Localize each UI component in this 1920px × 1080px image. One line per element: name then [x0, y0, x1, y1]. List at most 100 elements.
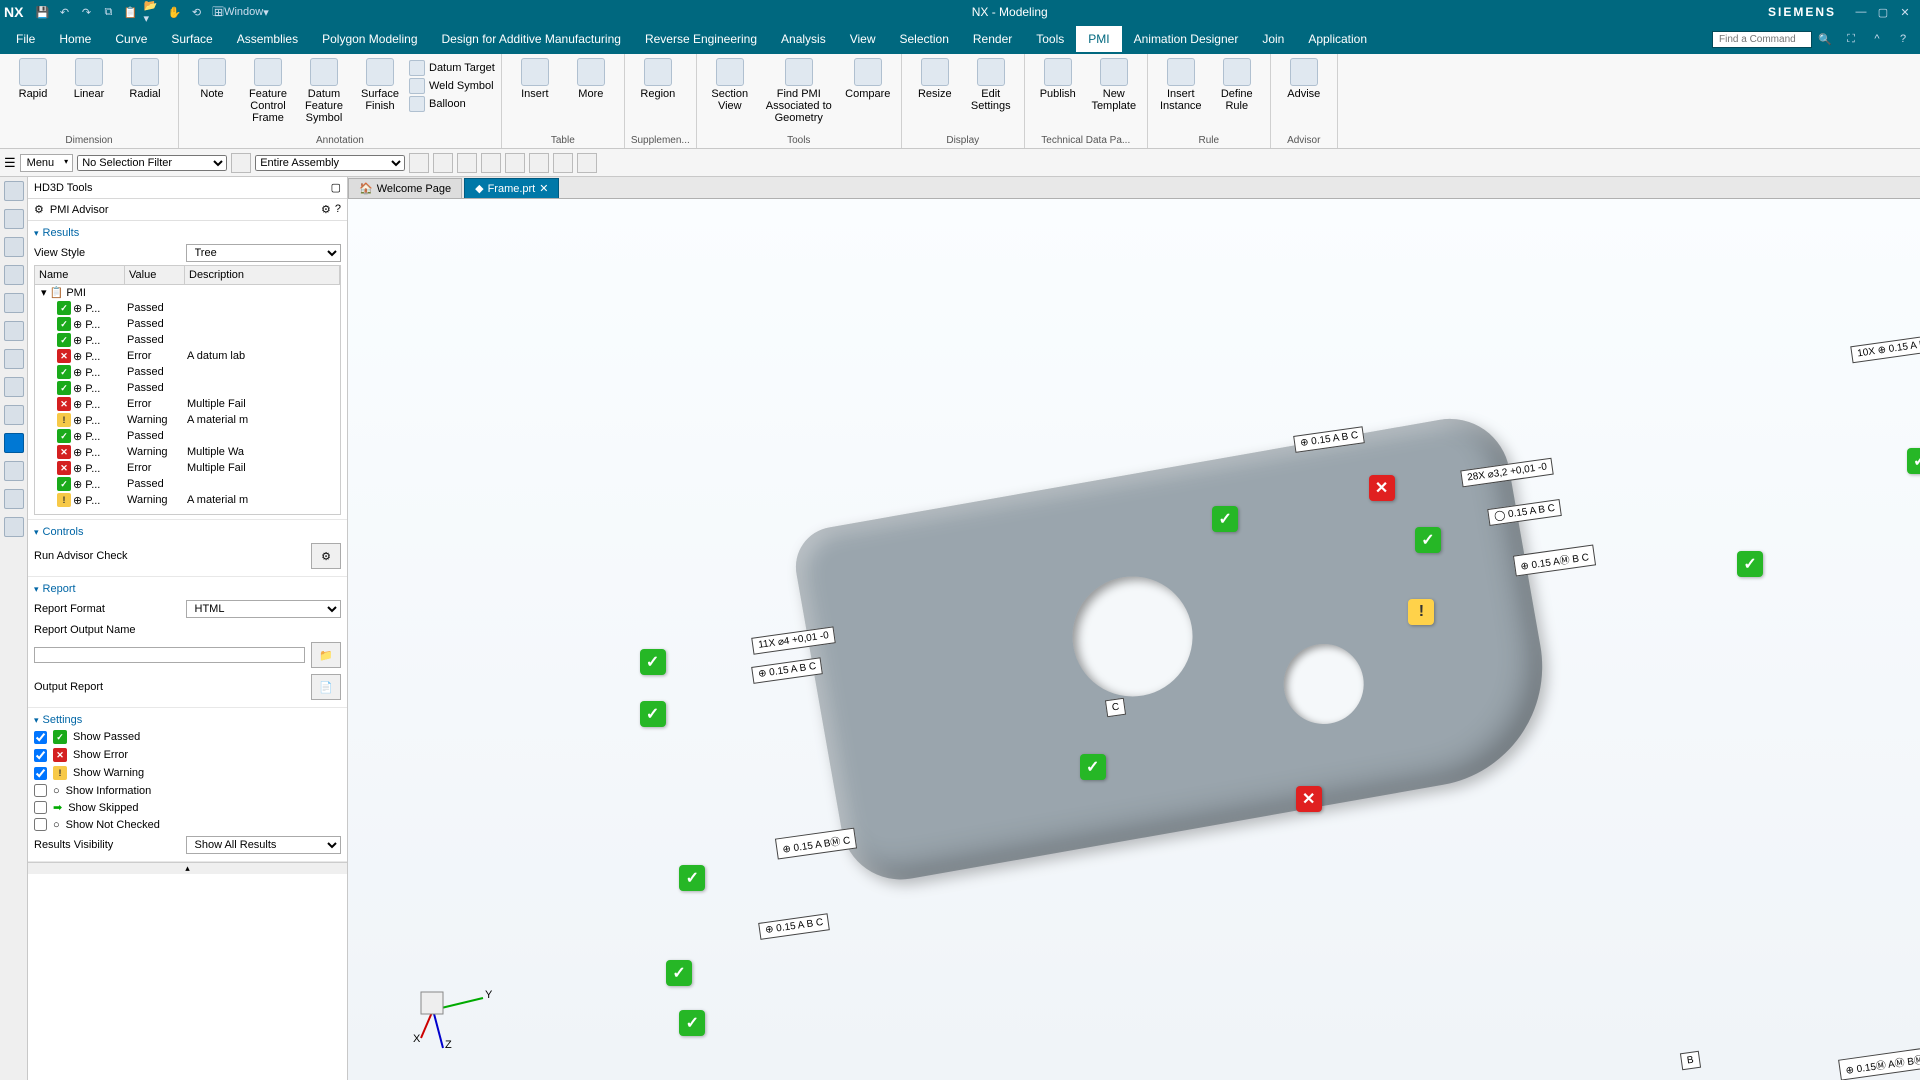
panel-collapse-handle[interactable]: ▴ — [28, 862, 347, 874]
pmi-callout[interactable]: 10X ⊕ 0.15 A B C — [1850, 334, 1920, 363]
pmi-marker-pass[interactable]: ✓ — [679, 1010, 705, 1036]
tab-welcome[interactable]: 🏠Welcome Page — [348, 178, 462, 198]
run-check-button[interactable]: ⚙ — [311, 543, 341, 569]
report-format-select[interactable]: HTML — [186, 600, 342, 618]
insert-instance-button[interactable]: Insert Instance — [1154, 56, 1208, 114]
setting-show-warning[interactable]: !Show Warning — [34, 764, 341, 782]
menu-application[interactable]: Application — [1296, 26, 1379, 52]
weld-symbol-button[interactable]: Weld Symbol — [409, 78, 495, 94]
search-icon[interactable]: 🔍 — [1814, 28, 1836, 50]
close-tab-icon[interactable]: ✕ — [539, 182, 548, 195]
pmi-marker-pass[interactable]: ✓ — [1907, 448, 1920, 474]
setting-show-passed[interactable]: ✓Show Passed — [34, 728, 341, 746]
result-row[interactable]: ✕⊕ P...WarningMultiple Wa — [35, 444, 340, 460]
nav-icon-1[interactable] — [4, 181, 24, 201]
section-view-button[interactable]: Section View — [703, 56, 757, 126]
paste-icon[interactable]: 📋 — [121, 3, 139, 21]
pmi-marker-err[interactable]: ✕ — [1296, 786, 1322, 812]
tab-frame[interactable]: ◆Frame.prt✕ — [464, 178, 559, 198]
pmi-marker-pass[interactable]: ✓ — [640, 701, 666, 727]
result-row[interactable]: ✓⊕ P...Passed — [35, 476, 340, 492]
setting-show-not-checked[interactable]: ○Show Not Checked — [34, 816, 341, 833]
menu-join[interactable]: Join — [1250, 26, 1296, 52]
linear-button[interactable]: Linear — [62, 56, 116, 102]
nav-icon-3[interactable] — [4, 237, 24, 257]
pmi-callout[interactable]: ⊕ 0.15Ⓜ AⓂ BⓂ CⓂ — [1838, 1045, 1920, 1080]
results-visibility-select[interactable]: Show All Results — [186, 836, 342, 854]
menu-surface[interactable]: Surface — [159, 26, 224, 52]
menu-file[interactable]: File — [4, 26, 47, 52]
selection-filter-dropdown[interactable]: No Selection Filter — [77, 155, 227, 171]
browse-report-button[interactable]: 📁 — [311, 642, 341, 668]
surface-finish-button[interactable]: Surface Finish — [353, 56, 407, 126]
help-icon[interactable]: ? — [1892, 28, 1914, 50]
publish-button[interactable]: Publish — [1031, 56, 1085, 114]
menu-polygon-modeling[interactable]: Polygon Modeling — [310, 26, 429, 52]
more-button[interactable]: More — [564, 56, 618, 102]
panel-help-icon[interactable]: ? — [335, 203, 341, 216]
insert-button[interactable]: Insert — [508, 56, 562, 102]
nav-icon-13[interactable] — [4, 517, 24, 537]
sel-icon-6[interactable] — [529, 153, 549, 173]
result-row[interactable]: ✕⊕ P...ErrorA datum lab — [35, 348, 340, 364]
result-row[interactable]: ✓⊕ P...Passed — [35, 300, 340, 316]
results-header[interactable]: Results — [34, 225, 341, 241]
pmi-marker-pass[interactable]: ✓ — [679, 865, 705, 891]
pmi-callout[interactable]: ⊕ 0.15 A B C — [751, 657, 823, 684]
refresh-icon[interactable]: ⟲ — [187, 3, 205, 21]
settings-header[interactable]: Settings — [34, 712, 341, 728]
viewstyle-select[interactable]: Tree — [186, 244, 342, 262]
save-icon[interactable]: 💾 — [33, 3, 51, 21]
panel-undock-icon[interactable]: ▢ — [331, 181, 341, 194]
sel-icon-8[interactable] — [577, 153, 597, 173]
result-row[interactable]: ✓⊕ P...Passed — [35, 380, 340, 396]
define-rule-button[interactable]: Define Rule — [1210, 56, 1264, 114]
advise-button[interactable]: Advise — [1277, 56, 1331, 102]
touch-icon[interactable]: ✋ — [165, 3, 183, 21]
fcf-button[interactable]: Feature Control Frame — [241, 56, 295, 126]
copy-icon[interactable]: ⧉ — [99, 3, 117, 21]
pmi-marker-err[interactable]: ✕ — [1369, 475, 1395, 501]
menu-analysis[interactable]: Analysis — [769, 26, 838, 52]
settings-icon[interactable]: ⚙ — [321, 203, 331, 216]
search-command-input[interactable] — [1712, 31, 1812, 48]
new-template-button[interactable]: New Template — [1087, 56, 1141, 114]
pmi-callout[interactable]: ⊕ 0.15 A B C — [758, 913, 830, 940]
menu-animation-designer[interactable]: Animation Designer — [1122, 26, 1251, 52]
controls-header[interactable]: Controls — [34, 524, 341, 540]
graphics-area[interactable]: 🏠Welcome Page ◆Frame.prt✕ Y X Z ✓✓✓✓✕✓✓!… — [348, 177, 1920, 1080]
menu-tools[interactable]: Tools — [1024, 26, 1076, 52]
report-name-input[interactable] — [34, 647, 305, 663]
region-button[interactable]: Region — [631, 56, 685, 102]
setting-show-information[interactable]: ○Show Information — [34, 782, 341, 799]
menu-reverse-engineering[interactable]: Reverse Engineering — [633, 26, 769, 52]
whatsthis-icon[interactable]: ^ — [1866, 28, 1888, 50]
menu-design-for-additive-manufacturing[interactable]: Design for Additive Manufacturing — [430, 26, 633, 52]
result-row[interactable]: ✕⊕ P...ErrorMultiple Fail — [35, 396, 340, 412]
radial-button[interactable]: Radial — [118, 56, 172, 102]
pmi-callout[interactable]: C — [1105, 698, 1126, 718]
menu-home[interactable]: Home — [47, 26, 103, 52]
redo-icon[interactable]: ↷ — [77, 3, 95, 21]
result-row[interactable]: ✓⊕ P...Passed — [35, 332, 340, 348]
menu-view[interactable]: View — [838, 26, 888, 52]
edit-settings-button[interactable]: Edit Settings — [964, 56, 1018, 114]
nav-icon-5[interactable] — [4, 293, 24, 313]
nav-icon-6[interactable] — [4, 321, 24, 341]
sel-icon-2[interactable] — [433, 153, 453, 173]
resize-button[interactable]: Resize — [908, 56, 962, 114]
nav-icon-11[interactable] — [4, 461, 24, 481]
compare-button[interactable]: Compare — [841, 56, 895, 126]
filter-icon[interactable] — [231, 153, 251, 173]
open-icon[interactable]: 📂▾ — [143, 3, 161, 21]
nav-icon-7[interactable] — [4, 349, 24, 369]
result-row[interactable]: !⊕ P...WarningA material m — [35, 412, 340, 428]
pmi-callout[interactable]: ⊕ 0.15 A BⓂ C — [775, 828, 858, 860]
menu-dropdown[interactable]: Menu — [20, 154, 74, 172]
sel-icon-4[interactable] — [481, 153, 501, 173]
result-row[interactable]: ✕⊕ P...ErrorMultiple Fail — [35, 460, 340, 476]
dfs-button[interactable]: Datum Feature Symbol — [297, 56, 351, 126]
output-report-button[interactable]: 📄 — [311, 674, 341, 700]
pmi-callout[interactable]: B — [1680, 1051, 1701, 1070]
nav-icon-2[interactable] — [4, 209, 24, 229]
